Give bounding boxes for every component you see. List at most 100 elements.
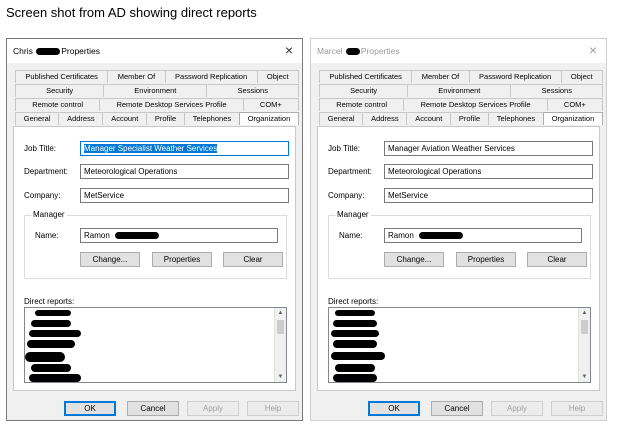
close-icon[interactable]: ×	[282, 42, 296, 58]
cancel-button[interactable]: Cancel	[431, 401, 483, 416]
tab-address[interactable]: Address	[362, 112, 408, 125]
title-redaction	[36, 48, 61, 56]
redacted-entry	[333, 340, 377, 348]
tab-organization[interactable]: Organization	[238, 112, 300, 125]
tab-environment[interactable]: Environment	[407, 84, 512, 97]
tab-member-of[interactable]: Member Of	[107, 70, 166, 83]
title-name: Chris	[13, 46, 33, 56]
company-field[interactable]: MetService	[80, 188, 289, 203]
tab-remote-control[interactable]: Remote control	[319, 98, 405, 111]
manager-name-value: Ramon	[84, 231, 110, 240]
department-field[interactable]: Meteorological Operations	[80, 164, 289, 179]
tab-organization[interactable]: Organization	[542, 112, 604, 125]
list-scrollbar[interactable]: ▲ ▼	[578, 308, 590, 382]
dialog-title: Marcel Properties	[317, 46, 400, 56]
department-label: Department:	[24, 167, 69, 176]
scroll-down-icon[interactable]: ▼	[275, 372, 286, 382]
ok-button[interactable]: OK	[64, 401, 116, 416]
redacted-entry	[29, 374, 81, 382]
direct-reports-label: Direct reports:	[328, 297, 379, 306]
redacted-entry	[333, 320, 377, 327]
tab-row-1: Published Certificates Member Of Passwor…	[319, 70, 603, 83]
manager-name-redaction	[419, 232, 464, 240]
tab-published-certificates[interactable]: Published Certificates	[15, 70, 109, 83]
job-title-field[interactable]: Manager Specialist Weather Services	[80, 141, 289, 156]
tab-com-plus[interactable]: COM+	[546, 98, 604, 111]
clear-button[interactable]: Clear	[527, 252, 587, 267]
title-redaction	[345, 48, 360, 56]
properties-dialog-chris: Chris Properties × Published Certificate…	[6, 38, 303, 421]
tab-profile[interactable]: Profile	[450, 112, 489, 125]
scroll-up-icon[interactable]: ▲	[579, 308, 590, 318]
title-name: Marcel	[317, 46, 343, 56]
job-title-label: Job Title:	[328, 144, 361, 153]
title-bar[interactable]: Chris Properties ×	[7, 39, 302, 63]
tab-member-of[interactable]: Member Of	[411, 70, 470, 83]
redacted-entry	[31, 364, 71, 372]
tab-row-1: Published Certificates Member Of Passwor…	[15, 70, 299, 83]
help-button[interactable]: Help	[247, 401, 299, 416]
cancel-button[interactable]: Cancel	[127, 401, 179, 416]
dialog-title: Chris Properties	[13, 46, 100, 56]
scroll-thumb[interactable]	[581, 320, 588, 334]
tab-password-replication[interactable]: Password Replication	[468, 70, 562, 83]
company-field[interactable]: MetService	[384, 188, 593, 203]
list-scrollbar[interactable]: ▲ ▼	[274, 308, 286, 382]
tab-telephones[interactable]: Telephones	[183, 112, 240, 125]
tab-security[interactable]: Security	[15, 84, 105, 97]
redacted-entry	[25, 352, 65, 362]
job-title-field[interactable]: Manager Aviation Weather Services	[384, 141, 593, 156]
manager-name-field[interactable]: Ramon	[80, 228, 278, 243]
tab-profile[interactable]: Profile	[146, 112, 185, 125]
tab-com-plus[interactable]: COM+	[242, 98, 300, 111]
direct-reports-label: Direct reports:	[24, 297, 75, 306]
tab-row-3: Remote control Remote Desktop Services P…	[15, 98, 300, 111]
title-suffix: Properties	[61, 46, 100, 56]
tab-row-2: Security Environment Sessions	[319, 84, 604, 97]
tab-sessions[interactable]: Sessions	[510, 84, 604, 97]
tab-object[interactable]: Object	[256, 70, 299, 83]
ok-button[interactable]: OK	[368, 401, 420, 416]
tab-telephones[interactable]: Telephones	[487, 112, 544, 125]
manager-name-field[interactable]: Ramon	[384, 228, 582, 243]
tab-remote-desktop-services-profile[interactable]: Remote Desktop Services Profile	[99, 98, 244, 111]
tab-account[interactable]: Account	[406, 112, 452, 125]
tab-sessions[interactable]: Sessions	[206, 84, 300, 97]
tab-row-2: Security Environment Sessions	[15, 84, 300, 97]
redacted-entry	[31, 320, 71, 327]
apply-button[interactable]: Apply	[491, 401, 543, 416]
tab-row-4: General Address Account Profile Telephon…	[319, 112, 604, 125]
tab-password-replication[interactable]: Password Replication	[164, 70, 258, 83]
tab-environment[interactable]: Environment	[103, 84, 208, 97]
job-title-label: Job Title:	[24, 144, 57, 153]
scroll-thumb[interactable]	[277, 320, 284, 334]
properties-dialog-marcel: Marcel Properties × Published Certificat…	[310, 38, 607, 421]
title-bar[interactable]: Marcel Properties ×	[311, 39, 606, 63]
direct-reports-list[interactable]: ▲ ▼	[328, 307, 591, 383]
change-button[interactable]: Change...	[80, 252, 140, 267]
tab-security[interactable]: Security	[319, 84, 409, 97]
tab-address[interactable]: Address	[58, 112, 104, 125]
tab-remote-control[interactable]: Remote control	[15, 98, 101, 111]
manager-group: Manager Name: Ramon Change... Properties…	[24, 210, 287, 279]
help-button[interactable]: Help	[551, 401, 603, 416]
tab-account[interactable]: Account	[102, 112, 148, 125]
scroll-down-icon[interactable]: ▼	[579, 372, 590, 382]
direct-reports-list[interactable]: ▲ ▼	[24, 307, 287, 383]
job-title-value: Manager Specialist Weather Services	[84, 144, 218, 153]
scroll-up-icon[interactable]: ▲	[275, 308, 286, 318]
tab-general[interactable]: General	[15, 112, 60, 125]
tab-published-certificates[interactable]: Published Certificates	[319, 70, 413, 83]
properties-button[interactable]: Properties	[152, 252, 212, 267]
tab-general[interactable]: General	[319, 112, 364, 125]
redacted-entry	[29, 330, 81, 337]
department-field[interactable]: Meteorological Operations	[384, 164, 593, 179]
tab-remote-desktop-services-profile[interactable]: Remote Desktop Services Profile	[403, 98, 548, 111]
close-icon[interactable]: ×	[586, 42, 600, 58]
apply-button[interactable]: Apply	[187, 401, 239, 416]
manager-group: Manager Name: Ramon Change... Properties…	[328, 210, 591, 279]
clear-button[interactable]: Clear	[223, 252, 283, 267]
properties-button[interactable]: Properties	[456, 252, 516, 267]
change-button[interactable]: Change...	[384, 252, 444, 267]
tab-object[interactable]: Object	[560, 70, 603, 83]
